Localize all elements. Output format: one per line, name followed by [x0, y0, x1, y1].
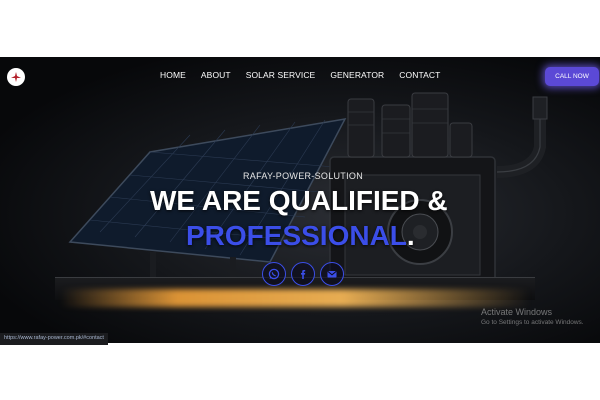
whatsapp-button[interactable]	[262, 262, 286, 286]
nav-home[interactable]: HOME	[160, 70, 186, 80]
main-nav: HOME ABOUT SOLAR SERVICE GENERATOR CONTA…	[160, 70, 455, 80]
activate-windows-subtitle: Go to Settings to activate Windows.	[481, 319, 584, 326]
social-links	[262, 262, 344, 286]
hero-subtitle: RAFAY-POWER-SOLUTION	[0, 171, 600, 181]
website-viewport: HOME ABOUT SOLAR SERVICE GENERATOR CONTA…	[0, 57, 600, 343]
facebook-button[interactable]	[291, 262, 315, 286]
activate-windows-watermark: Activate Windows Go to Settings to activ…	[481, 307, 584, 326]
nav-solar-service[interactable]: SOLAR SERVICE	[246, 70, 316, 80]
hero-title-line1: WE ARE QUALIFIED &	[150, 185, 448, 216]
floor-glow	[60, 289, 530, 307]
hero-title-period: .	[406, 220, 415, 251]
site-logo[interactable]	[7, 68, 25, 86]
nav-generator[interactable]: GENERATOR	[330, 70, 384, 80]
activate-windows-title: Activate Windows	[481, 307, 553, 317]
call-now-button[interactable]: CALL NOW	[545, 67, 599, 86]
top-navbar: HOME ABOUT SOLAR SERVICE GENERATOR CONTA…	[0, 57, 600, 95]
hero-subtitle-text: RAFAY-POWER-SOLUTION	[242, 171, 364, 181]
browser-status-url: https://www.rafay-power.com.pk/#contact	[0, 333, 108, 345]
facebook-icon	[301, 270, 306, 279]
hero-title-line2: PROFESSIONAL.	[186, 220, 415, 252]
nav-about[interactable]: ABOUT	[201, 70, 231, 80]
plane-logo-icon	[11, 72, 21, 82]
mail-button[interactable]	[320, 262, 344, 286]
whatsapp-icon	[268, 268, 280, 280]
mail-icon	[327, 271, 337, 278]
nav-contact[interactable]: CONTACT	[399, 70, 440, 80]
hero-title-accent: PROFESSIONAL	[186, 220, 407, 251]
